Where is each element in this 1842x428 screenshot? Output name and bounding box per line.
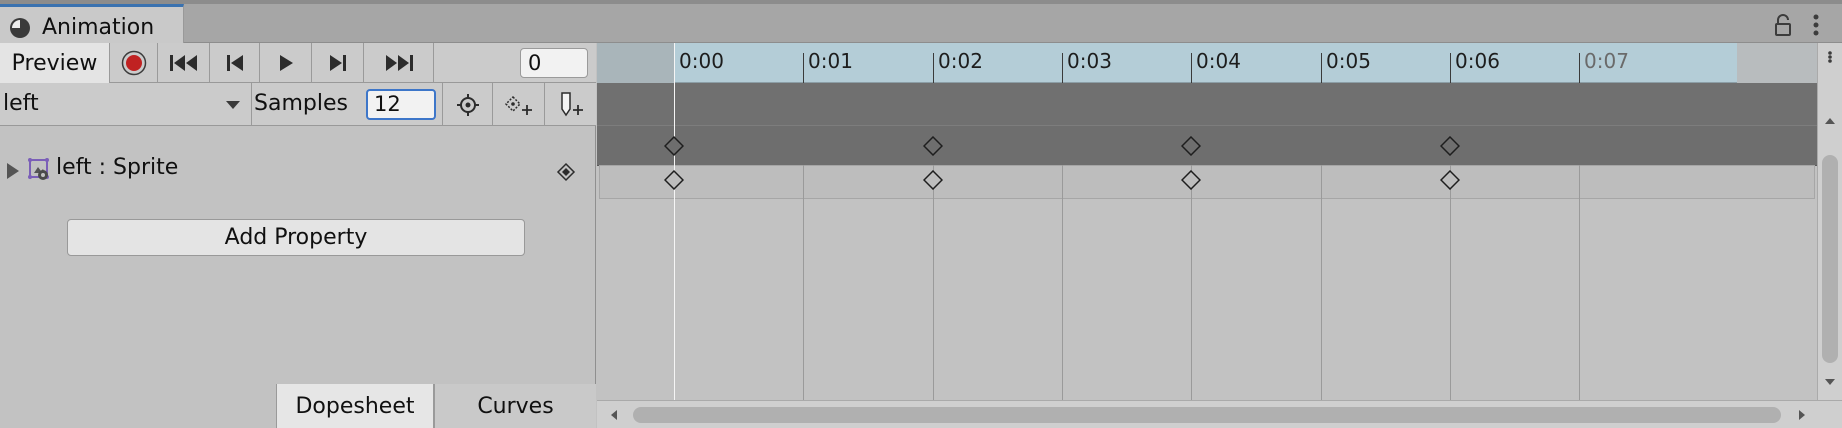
property-keyframe[interactable] <box>1181 170 1201 190</box>
timeline-gridline <box>1450 165 1451 428</box>
add-keyframe-icon <box>504 95 532 115</box>
ruler-tick-label: 0:06 <box>1455 49 1500 73</box>
ruler-tick-label: 0:02 <box>938 49 983 73</box>
property-keyframe[interactable] <box>1440 170 1460 190</box>
samples-field[interactable]: 12 <box>366 89 436 120</box>
ruler-tick-label: 0:01 <box>808 49 853 73</box>
ruler-before-range <box>597 43 674 83</box>
ruler-tick-label: 0:05 <box>1326 49 1371 73</box>
view-mode-tabs: Dopesheet Curves <box>276 384 596 428</box>
sprite-renderer-icon <box>28 158 49 180</box>
timeline-gridline <box>1191 165 1192 428</box>
record-button[interactable] <box>110 43 158 83</box>
expand-arrow-icon[interactable] <box>6 162 20 180</box>
filter-by-selection-button[interactable] <box>442 83 492 126</box>
add-event-icon <box>560 91 583 116</box>
chevron-down-icon <box>226 101 240 109</box>
timeline-gridline <box>1321 165 1322 428</box>
tab-dopesheet[interactable]: Dopesheet <box>276 384 434 428</box>
samples-label: Samples <box>254 91 348 116</box>
ruler-tick <box>803 53 804 83</box>
summary-keyframe-track[interactable] <box>597 125 1817 165</box>
first-keyframe-button[interactable] <box>158 43 210 83</box>
crosshair-icon <box>456 93 479 116</box>
add-keyframe-button[interactable] <box>492 83 544 126</box>
timeline-gridline <box>933 165 934 428</box>
scroll-right-icon[interactable] <box>1796 409 1808 421</box>
ruler-tick-label: 0:07 <box>1584 49 1629 73</box>
window-tab-bar: Animation <box>0 4 1842 44</box>
property-keyframe[interactable] <box>923 170 943 190</box>
ruler-tick <box>1321 53 1322 83</box>
clip-dropdown-value: left <box>3 91 39 116</box>
clip-toolbar: left Samples 12 <box>0 83 596 126</box>
horizontal-scrollbar[interactable] <box>597 400 1842 428</box>
summary-keyframe[interactable] <box>664 136 684 156</box>
summary-keyframe[interactable] <box>1440 136 1460 156</box>
timeline-gridline <box>1579 165 1580 428</box>
previous-keyframe-button[interactable] <box>210 43 260 83</box>
next-keyframe-button[interactable] <box>312 43 364 83</box>
lock-icon[interactable] <box>1774 14 1792 36</box>
ruler-tick-label: 0:00 <box>679 49 724 73</box>
vertical-scrollbar[interactable] <box>1817 43 1842 428</box>
more-options-icon[interactable] <box>1812 13 1820 37</box>
scroll-up-icon[interactable] <box>1824 115 1836 127</box>
tab-curves[interactable]: Curves <box>434 384 596 428</box>
dopesheet-timeline[interactable]: 0:00 0:01 0:02 0:03 0:04 0:05 0:06 0:07 <box>597 43 1842 428</box>
ruler-tick-label: 0:03 <box>1067 49 1112 73</box>
tab-title: Animation <box>42 15 155 40</box>
preview-button[interactable]: Preview <box>0 43 110 83</box>
property-track[interactable] <box>599 165 1815 199</box>
clock-icon <box>10 18 30 38</box>
ruler-tick <box>1191 53 1192 83</box>
ruler-tick <box>1450 53 1451 83</box>
add-event-button[interactable] <box>544 83 596 126</box>
ruler-tick <box>1062 53 1063 83</box>
add-property-button[interactable]: Add Property <box>67 219 525 256</box>
property-keyframe[interactable] <box>664 170 684 190</box>
timeline-gridline <box>803 165 804 428</box>
ruler-tick <box>933 53 934 83</box>
horizontal-scroll-thumb[interactable] <box>633 407 1781 423</box>
scroll-left-icon[interactable] <box>608 409 620 421</box>
last-keyframe-icon <box>385 55 413 71</box>
vertical-scroll-thumb[interactable] <box>1822 155 1838 363</box>
timeline-gridline <box>1062 165 1063 428</box>
more-options-icon[interactable] <box>1824 51 1836 63</box>
keyframe-toggle-icon[interactable] <box>556 162 576 182</box>
last-keyframe-button[interactable] <box>364 43 434 83</box>
property-row[interactable]: left : Sprite <box>0 153 596 187</box>
current-frame-field[interactable]: 0 <box>520 48 588 78</box>
property-pane: Preview 0 left Samples 12 left: Sprite … <box>0 43 596 428</box>
time-ruler[interactable]: 0:00 0:01 0:02 0:03 0:04 0:05 0:06 0:07 <box>597 43 1817 83</box>
play-button[interactable] <box>260 43 312 83</box>
record-icon <box>121 50 146 76</box>
animation-tab[interactable]: Animation <box>0 4 184 44</box>
play-icon <box>279 55 293 71</box>
playhead-line[interactable] <box>674 43 675 403</box>
first-keyframe-icon <box>169 55 197 71</box>
summary-keyframe[interactable] <box>1181 136 1201 156</box>
property-label: left : Sprite <box>56 155 179 180</box>
ruler-tick-label: 0:04 <box>1196 49 1241 73</box>
scroll-down-icon[interactable] <box>1824 376 1836 388</box>
ruler-tick <box>1579 53 1580 83</box>
previous-keyframe-icon <box>226 55 243 71</box>
summary-keyframe[interactable] <box>923 136 943 156</box>
clip-dropdown[interactable]: left <box>0 83 252 126</box>
next-keyframe-icon <box>329 55 346 71</box>
ruler-after-range <box>1737 43 1817 83</box>
playback-toolbar: Preview 0 <box>0 43 596 83</box>
